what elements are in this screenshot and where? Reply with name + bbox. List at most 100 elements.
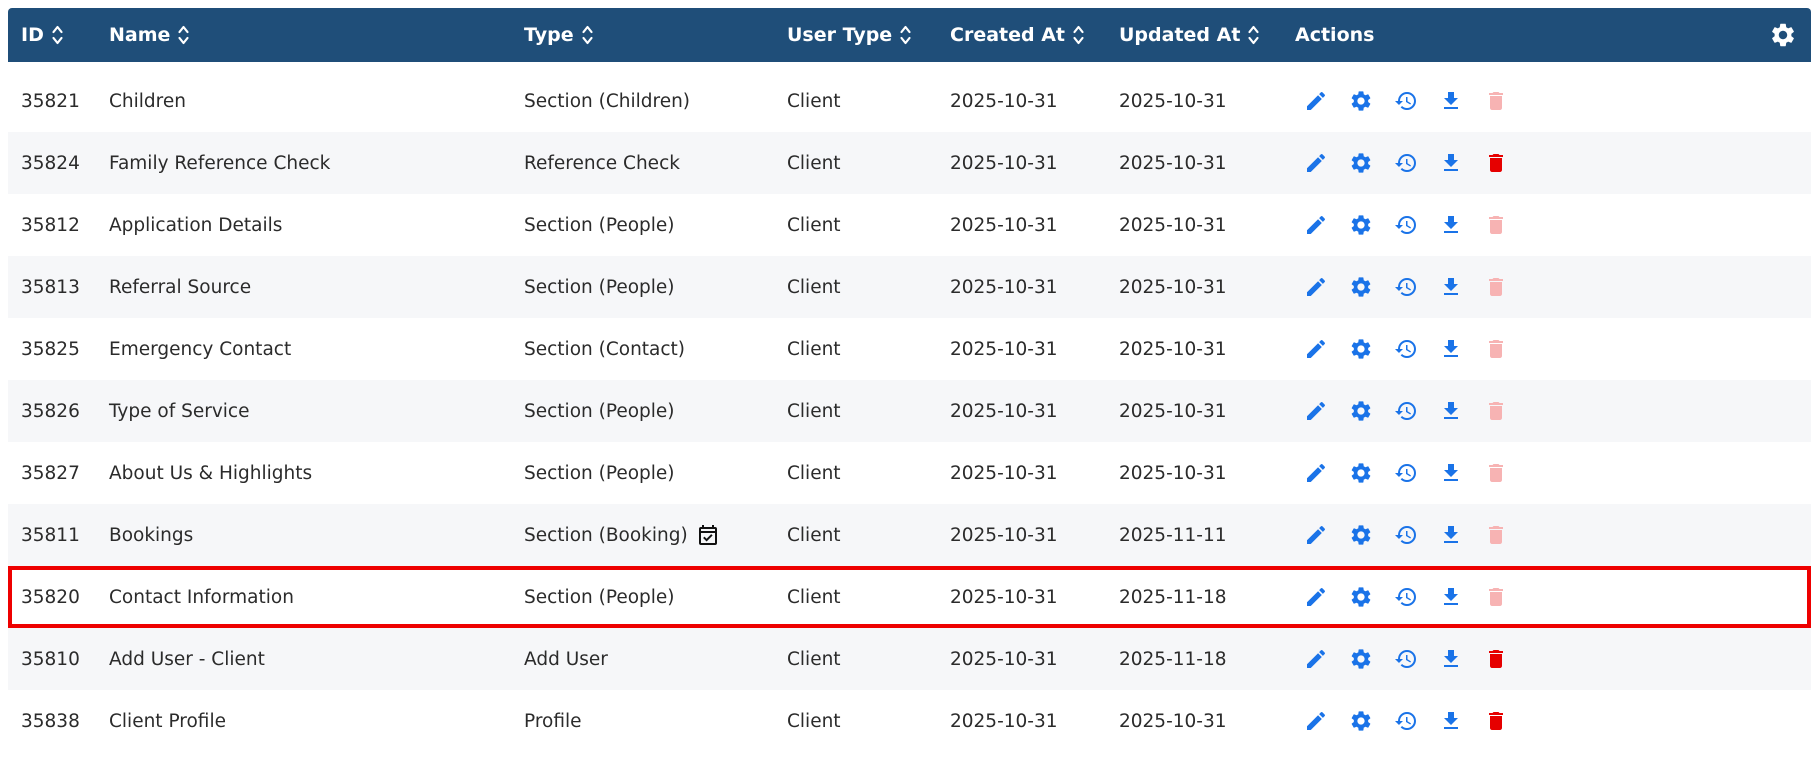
- pencil-button[interactable]: [1304, 628, 1349, 690]
- pencil-button[interactable]: [1304, 690, 1349, 752]
- row-type: Section (People): [524, 276, 675, 298]
- gear-button[interactable]: [1349, 318, 1394, 380]
- row-actions: [1304, 194, 1529, 256]
- download-button[interactable]: [1439, 566, 1484, 628]
- row-created-at: 2025-10-31: [950, 90, 1058, 112]
- download-button[interactable]: [1439, 504, 1484, 566]
- column-header-type[interactable]: Type: [524, 8, 594, 62]
- trash-button[interactable]: [1484, 628, 1529, 690]
- row-created-at: 2025-10-31: [950, 276, 1058, 298]
- history-icon: [1395, 402, 1416, 420]
- history-icon: [1395, 712, 1416, 730]
- row-name: Children: [109, 90, 186, 112]
- gear-button[interactable]: [1349, 194, 1394, 256]
- row-updated-at: 2025-10-31: [1119, 462, 1227, 484]
- trash-button[interactable]: [1484, 442, 1529, 504]
- trash-icon: [1489, 154, 1503, 172]
- gear-button[interactable]: [1349, 256, 1394, 318]
- pencil-button[interactable]: [1304, 442, 1349, 504]
- download-button[interactable]: [1439, 628, 1484, 690]
- download-icon: [1444, 92, 1458, 109]
- history-icon: [1395, 340, 1416, 358]
- download-button[interactable]: [1439, 132, 1484, 194]
- download-button[interactable]: [1439, 256, 1484, 318]
- download-button[interactable]: [1439, 194, 1484, 256]
- row-actions: [1304, 442, 1529, 504]
- column-header-created-at[interactable]: Created At: [950, 8, 1085, 62]
- pencil-button[interactable]: [1304, 256, 1349, 318]
- trash-button[interactable]: [1484, 690, 1529, 752]
- history-button[interactable]: [1394, 442, 1439, 504]
- gear-button[interactable]: [1349, 132, 1394, 194]
- trash-button[interactable]: [1484, 70, 1529, 132]
- pencil-button[interactable]: [1304, 194, 1349, 256]
- gear-icon[interactable]: [1769, 21, 1797, 49]
- history-button[interactable]: [1394, 70, 1439, 132]
- pencil-button[interactable]: [1304, 566, 1349, 628]
- row-updated-at: 2025-10-31: [1119, 276, 1227, 298]
- sort-icon: [1073, 25, 1084, 45]
- trash-button[interactable]: [1484, 318, 1529, 380]
- pencil-button[interactable]: [1304, 70, 1349, 132]
- history-button[interactable]: [1394, 628, 1439, 690]
- pencil-button[interactable]: [1304, 380, 1349, 442]
- table-row: 35825 Emergency Contact Section (Contact) C…: [8, 318, 1811, 380]
- column-header-name[interactable]: Name: [109, 8, 190, 62]
- history-button[interactable]: [1394, 132, 1439, 194]
- pencil-button[interactable]: [1304, 318, 1349, 380]
- gear-button[interactable]: [1349, 690, 1394, 752]
- row-created-at: 2025-10-31: [950, 524, 1058, 546]
- gear-button[interactable]: [1349, 380, 1394, 442]
- row-id: 35838: [21, 710, 80, 732]
- trash-button[interactable]: [1484, 566, 1529, 628]
- column-header-updated-at[interactable]: Updated At: [1119, 8, 1260, 62]
- download-button[interactable]: [1439, 442, 1484, 504]
- download-icon: [1444, 650, 1458, 667]
- gear-button[interactable]: [1349, 442, 1394, 504]
- pencil-icon: [1307, 525, 1326, 544]
- history-button[interactable]: [1394, 566, 1439, 628]
- history-button[interactable]: [1394, 256, 1439, 318]
- trash-icon: [1489, 402, 1503, 420]
- trash-button[interactable]: [1484, 256, 1529, 318]
- trash-button[interactable]: [1484, 194, 1529, 256]
- history-button[interactable]: [1394, 504, 1439, 566]
- sort-icon: [178, 25, 190, 45]
- download-button[interactable]: [1439, 690, 1484, 752]
- forms-table: ID Name Type User Type Created At Update…: [8, 8, 1811, 752]
- table-row: 35838 Client Profile Profile Client 2025-10-…: [8, 690, 1811, 752]
- history-button[interactable]: [1394, 318, 1439, 380]
- trash-icon: [1489, 340, 1503, 358]
- pencil-icon: [1307, 711, 1326, 730]
- pencil-button[interactable]: [1304, 504, 1349, 566]
- row-user-type: Client: [787, 524, 841, 546]
- trash-button[interactable]: [1484, 132, 1529, 194]
- gear-button[interactable]: [1349, 628, 1394, 690]
- column-header-user-type[interactable]: User Type: [787, 8, 912, 62]
- pencil-icon: [1307, 153, 1326, 172]
- row-updated-at: 2025-10-31: [1119, 400, 1227, 422]
- row-updated-at: 2025-10-31: [1119, 90, 1227, 112]
- sort-icon: [900, 25, 911, 45]
- pencil-button[interactable]: [1304, 132, 1349, 194]
- gear-button[interactable]: [1349, 566, 1394, 628]
- column-header-id[interactable]: ID: [21, 8, 64, 62]
- download-button[interactable]: [1439, 380, 1484, 442]
- trash-button[interactable]: [1484, 380, 1529, 442]
- gear-button[interactable]: [1349, 70, 1394, 132]
- history-button[interactable]: [1394, 380, 1439, 442]
- row-type: Profile: [524, 710, 582, 732]
- table-row: 35826 Type of Service Section (People) Clie…: [8, 380, 1811, 442]
- history-button[interactable]: [1394, 690, 1439, 752]
- row-name: Application Details: [109, 214, 283, 236]
- history-button[interactable]: [1394, 194, 1439, 256]
- download-button[interactable]: [1439, 70, 1484, 132]
- download-icon: [1444, 340, 1458, 357]
- trash-button[interactable]: [1484, 504, 1529, 566]
- download-button[interactable]: [1439, 318, 1484, 380]
- history-icon: [1395, 588, 1416, 606]
- row-actions: [1304, 566, 1529, 628]
- row-user-type: Client: [787, 338, 841, 360]
- pencil-icon: [1307, 339, 1326, 358]
- gear-button[interactable]: [1349, 504, 1394, 566]
